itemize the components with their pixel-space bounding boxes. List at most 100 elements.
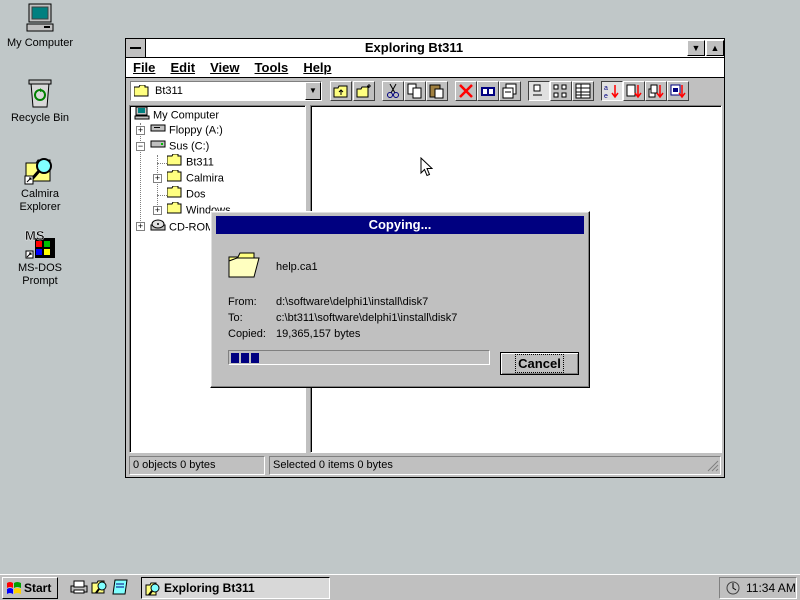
- tree-item-label: Sus (C:): [169, 140, 210, 153]
- maximize-button[interactable]: ▲: [706, 40, 724, 56]
- copied-bytes: 19,365,157 bytes: [276, 328, 361, 340]
- desktop-icon-recycle-bin[interactable]: Recycle Bin: [0, 77, 80, 125]
- explorer-magnifier-icon: [24, 153, 56, 185]
- tree-item-label: CD-ROM: [169, 221, 215, 234]
- copying-dialog[interactable]: Copying... help.ca1 From: d:\software\de…: [210, 211, 590, 388]
- menu-tools[interactable]: Tools: [255, 58, 289, 77]
- copy-progress-bar: [228, 350, 490, 365]
- tree-item-cdrom[interactable]: CD-ROM: [150, 218, 214, 234]
- system-menu-button[interactable]: [126, 39, 146, 57]
- cut-button[interactable]: [382, 81, 404, 101]
- cancel-button[interactable]: Cancel: [500, 352, 579, 375]
- dialog-title: Copying...: [216, 216, 584, 234]
- progress-fill: [231, 353, 261, 363]
- status-bar: 0 objects 0 bytes Selected 0 items 0 byt…: [129, 456, 721, 475]
- svg-text:a: a: [604, 85, 608, 92]
- recycle-bin-icon: [24, 77, 56, 109]
- printer-icon: [70, 580, 88, 594]
- large-icons-view-button[interactable]: [528, 81, 550, 101]
- status-objects: 0 objects 0 bytes: [129, 456, 265, 475]
- floppy-drive-icon: [150, 122, 166, 139]
- menu-view[interactable]: View: [210, 58, 239, 77]
- tree-item-c-drive[interactable]: Sus (C:): [150, 138, 209, 154]
- svg-text:e: e: [604, 93, 608, 99]
- details-view-button[interactable]: [572, 81, 594, 101]
- progress-block: [231, 353, 239, 363]
- desktop-icon-label: Calmira Explorer: [19, 188, 61, 213]
- computer-icon: [134, 106, 150, 125]
- msdos-logo-text: MS: [25, 228, 45, 243]
- taskbar-item-exploring[interactable]: Exploring Bt311: [141, 577, 330, 599]
- progress-block: [241, 353, 249, 363]
- from-path: d:\software\delphi1\install\disk7: [276, 296, 429, 308]
- delete-button[interactable]: [455, 81, 477, 101]
- quick-launch-notepad[interactable]: [112, 579, 130, 598]
- desktop-icon-label: My Computer: [6, 37, 74, 49]
- expand-cdrom-button[interactable]: +: [136, 222, 145, 231]
- status-selected: Selected 0 items 0 bytes: [269, 456, 721, 475]
- expand-floppy-button[interactable]: +: [136, 126, 145, 135]
- tree-item-label: Calmira: [186, 172, 224, 185]
- folder-icon: [166, 169, 183, 187]
- notepad-icon: [112, 579, 128, 595]
- folder-icon: [166, 185, 183, 203]
- tree-item-my-computer[interactable]: My Computer: [134, 106, 219, 122]
- location-text: Bt311: [155, 85, 183, 97]
- sort-by-type-button[interactable]: [623, 81, 645, 101]
- hard-drive-icon: [150, 138, 166, 155]
- tree-item-label: Floppy (A:): [169, 124, 223, 137]
- explorer-magnifier-icon: [91, 580, 107, 594]
- clock-tray-icon[interactable]: [725, 580, 741, 596]
- mouse-cursor-icon: [420, 157, 433, 177]
- location-combo[interactable]: Bt311 ▼: [130, 81, 322, 101]
- tree-item-bt311[interactable]: Bt311: [166, 153, 214, 171]
- folder-open-icon: [166, 153, 183, 171]
- desktop-icon-label: MS-DOS Prompt: [18, 262, 62, 287]
- copy-button[interactable]: [404, 81, 426, 101]
- properties-button[interactable]: [499, 81, 521, 101]
- system-tray: 11:34 AM: [719, 577, 797, 599]
- from-label: From:: [228, 296, 257, 308]
- sort-by-name-button[interactable]: ae: [601, 81, 623, 101]
- paste-button[interactable]: [426, 81, 448, 101]
- folder-open-icon: [133, 84, 150, 100]
- expand-calmira-button[interactable]: +: [153, 174, 162, 183]
- copied-label: Copied:: [228, 328, 266, 340]
- chevron-down-icon[interactable]: ▼: [305, 82, 321, 100]
- small-icons-view-button[interactable]: [550, 81, 572, 101]
- sort-by-size-button[interactable]: [645, 81, 667, 101]
- title-bar[interactable]: Exploring Bt311 ▼ ▲: [126, 39, 724, 58]
- rename-button[interactable]: [477, 81, 499, 101]
- menu-file[interactable]: File: [133, 58, 155, 77]
- sort-by-date-button[interactable]: [667, 81, 689, 101]
- resize-grip-icon[interactable]: [707, 460, 719, 472]
- menu-help[interactable]: Help: [303, 58, 331, 77]
- to-label: To:: [228, 312, 243, 324]
- to-path: c:\bt311\software\delphi1\install\disk7: [276, 312, 458, 324]
- new-folder-button[interactable]: [353, 81, 375, 101]
- desktop-icon-my-computer[interactable]: My Computer: [0, 2, 80, 50]
- expand-windows-button[interactable]: +: [153, 206, 162, 215]
- menu-edit[interactable]: Edit: [170, 58, 195, 77]
- taskbar: Start Exploring Bt311 11:34 AM: [0, 574, 800, 600]
- collapse-c-drive-button[interactable]: −: [136, 142, 145, 151]
- file-icon: [228, 249, 260, 282]
- up-folder-button[interactable]: [330, 81, 352, 101]
- minimize-button[interactable]: ▼: [687, 40, 705, 56]
- menu-bar: File Edit View Tools Help: [126, 58, 724, 78]
- quick-launch-printer[interactable]: [70, 579, 88, 598]
- cancel-button-label: Cancel: [515, 354, 564, 373]
- desktop-icon-calmira-explorer[interactable]: Calmira Explorer: [0, 153, 80, 214]
- clock[interactable]: 11:34 AM: [746, 581, 796, 595]
- desktop-icon-ms-dos-prompt[interactable]: MS MS-DOS Prompt: [0, 227, 80, 288]
- tree-item-label: Dos: [186, 188, 206, 201]
- toolbar: Bt311 ▼ a e: [126, 79, 724, 105]
- quick-launch-explorer[interactable]: [91, 579, 109, 598]
- tree-item-floppy[interactable]: Floppy (A:): [150, 122, 223, 138]
- start-label: Start: [24, 581, 52, 595]
- copy-filename: help.ca1: [276, 261, 318, 273]
- progress-block: [251, 353, 259, 363]
- tree-item-dos[interactable]: Dos: [166, 185, 206, 203]
- start-button[interactable]: Start: [2, 577, 58, 599]
- tree-item-calmira[interactable]: Calmira: [166, 169, 224, 187]
